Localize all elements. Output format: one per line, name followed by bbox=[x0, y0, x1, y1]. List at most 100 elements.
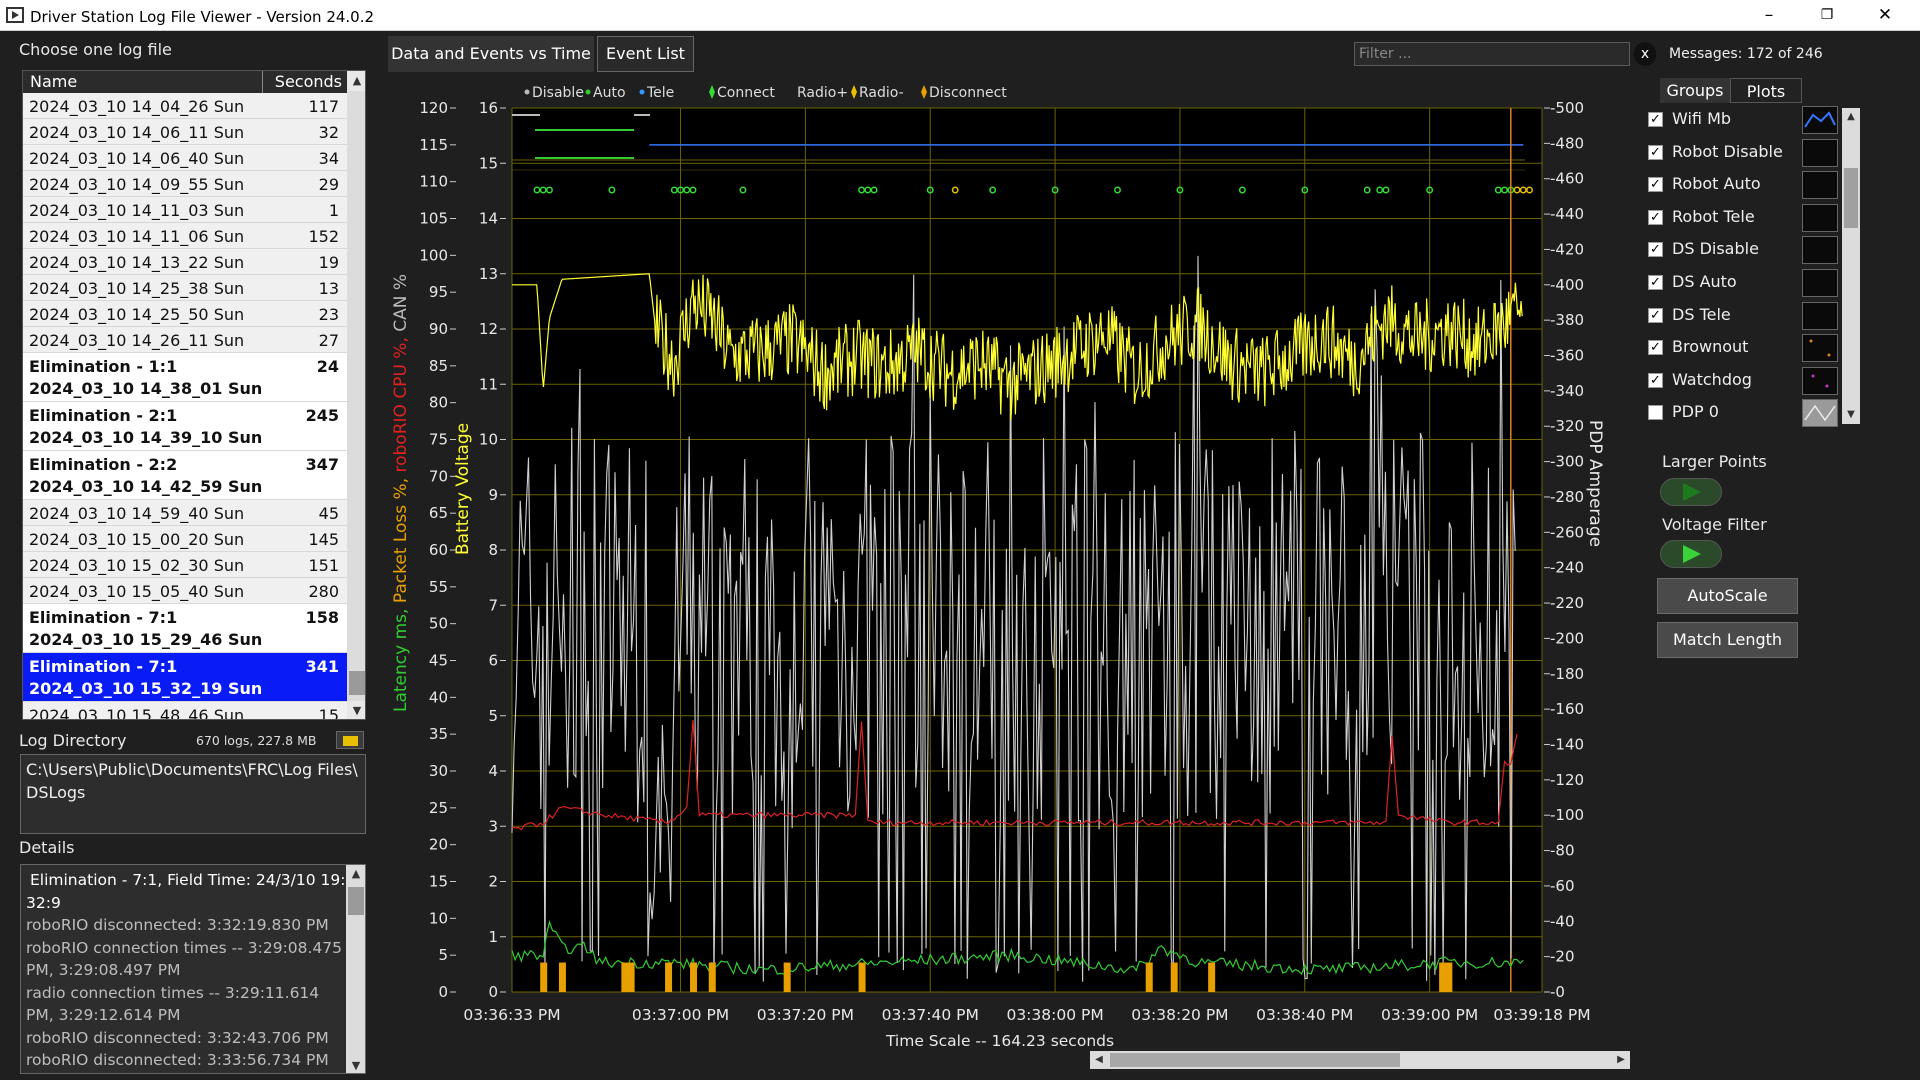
y-percent-tick-label: 65 bbox=[429, 504, 448, 522]
legend-marker bbox=[585, 89, 591, 95]
plot-checkbox[interactable]: ✓ bbox=[1648, 177, 1663, 193]
plot-style-swatch[interactable] bbox=[1802, 334, 1838, 363]
voltage-filter-label: Voltage Filter bbox=[1662, 515, 1767, 534]
packet-loss-bar bbox=[621, 962, 629, 992]
y-percent-tick-label: 40 bbox=[429, 688, 448, 706]
plot-style-swatch[interactable] bbox=[1802, 171, 1838, 200]
match-length-button[interactable]: Match Length bbox=[1657, 622, 1798, 658]
toggle-indicator-icon bbox=[1683, 545, 1701, 563]
y-volt-tick-label: 3 bbox=[488, 817, 498, 835]
y-amp-tick-label: -340 bbox=[1550, 382, 1584, 400]
y-amp-tick-label: -400 bbox=[1550, 276, 1584, 294]
y-amp-tick-label: -480 bbox=[1550, 134, 1584, 152]
packet-loss-bar bbox=[1170, 962, 1178, 992]
y-percent-tick-label: 15 bbox=[429, 873, 448, 891]
tab-plots[interactable]: Plots bbox=[1730, 78, 1802, 103]
plot-style-swatch[interactable] bbox=[1802, 366, 1838, 395]
x-tick-label: 03:38:00 PM bbox=[1006, 1006, 1103, 1024]
y-percent-tick-label: 85 bbox=[429, 357, 448, 375]
y-axis-title-part: Packet Loss %, bbox=[391, 478, 411, 609]
plot-label: Robot Auto bbox=[1672, 174, 1761, 194]
y-amp-tick-label: -320 bbox=[1550, 417, 1584, 435]
plot-checkbox[interactable]: ✓ bbox=[1648, 242, 1663, 258]
packet-loss-bar bbox=[783, 962, 791, 992]
y-amp-tick-label: -440 bbox=[1550, 205, 1584, 223]
plot-checkbox[interactable]: ✓ bbox=[1648, 340, 1663, 356]
legend-label: Connect bbox=[717, 85, 775, 101]
plot-checkbox[interactable]: ✓ bbox=[1648, 372, 1663, 388]
y-percent-tick-label: 115 bbox=[419, 136, 448, 154]
y-amp-tick-label: -140 bbox=[1550, 735, 1584, 753]
legend-marker bbox=[709, 85, 715, 99]
y-volt-tick-label: 0 bbox=[488, 983, 498, 1001]
plot-style-swatch[interactable] bbox=[1802, 203, 1838, 232]
autoscale-button[interactable]: AutoScale bbox=[1657, 578, 1798, 614]
plot-checkbox[interactable]: ✓ bbox=[1648, 275, 1663, 290]
plot-style-swatch[interactable] bbox=[1802, 106, 1838, 134]
plot-style-swatch[interactable] bbox=[1802, 399, 1838, 428]
plot-checkbox[interactable]: ✓ bbox=[1648, 144, 1663, 160]
y-axis-title-part: Latency ms, bbox=[391, 609, 411, 712]
packet-loss-bar bbox=[558, 962, 566, 992]
plots-scroll-thumb[interactable] bbox=[1844, 168, 1858, 228]
y-amp-tick-label: -380 bbox=[1550, 311, 1584, 329]
y-amp-tick-label: -420 bbox=[1550, 240, 1584, 258]
packet-loss-bar bbox=[1445, 962, 1453, 992]
scroll-down-icon[interactable]: ▼ bbox=[1842, 406, 1860, 424]
packet-loss-bar bbox=[1208, 962, 1216, 992]
y-percent-tick-label: 50 bbox=[429, 615, 448, 633]
plot-label: Robot Disable bbox=[1672, 141, 1783, 161]
toggle-indicator-icon bbox=[1683, 483, 1701, 501]
data-events-chart[interactable]: 0123456789101112131415160510152025303540… bbox=[0, 0, 1920, 1080]
y-amp-tick-label: -80 bbox=[1550, 842, 1575, 860]
plots-scrollbar[interactable]: ▲ ▼ bbox=[1842, 108, 1860, 424]
legend-label: Disable bbox=[532, 85, 584, 101]
plot-style-swatch[interactable] bbox=[1802, 236, 1838, 265]
y-axis-title-part: CAN % bbox=[391, 274, 411, 337]
time-scrollbar[interactable]: ◀ ▶ bbox=[1090, 1051, 1630, 1069]
plot-checkbox[interactable] bbox=[1648, 405, 1663, 421]
y-volt-tick-label: 12 bbox=[479, 320, 498, 338]
larger-points-toggle[interactable] bbox=[1660, 478, 1722, 506]
y-percent-tick-label: 75 bbox=[429, 431, 448, 449]
y-volt-tick-label: 8 bbox=[488, 541, 498, 559]
pdp-wave-icon bbox=[1804, 405, 1836, 422]
y-percent-tick-label: 60 bbox=[429, 541, 448, 559]
legend-label: Auto bbox=[593, 85, 626, 101]
y-amp-tick-label: -260 bbox=[1550, 523, 1584, 541]
y-volt-tick-label: 13 bbox=[479, 265, 498, 283]
y-percent-tick-label: 45 bbox=[429, 652, 448, 670]
plot-style-swatch[interactable] bbox=[1802, 301, 1838, 330]
y-amp-tick-label: -460 bbox=[1550, 170, 1584, 188]
y-percent-tick-label: 35 bbox=[429, 725, 448, 743]
plot-style-swatch[interactable] bbox=[1802, 138, 1838, 167]
packet-loss-bar bbox=[690, 962, 698, 992]
plot-checkbox[interactable]: ✓ bbox=[1648, 112, 1663, 127]
y-percent-tick-label: 30 bbox=[429, 762, 448, 780]
plot-label: DS Auto bbox=[1672, 272, 1737, 291]
scroll-left-icon[interactable]: ◀ bbox=[1090, 1051, 1108, 1069]
y-amp-tick-label: -360 bbox=[1550, 347, 1584, 365]
plot-checkbox[interactable]: ✓ bbox=[1648, 307, 1663, 323]
y-percent-tick-label: 120 bbox=[419, 99, 448, 117]
time-scroll-thumb[interactable] bbox=[1110, 1053, 1400, 1067]
y-axis-title-part: roboRIO CPU %, bbox=[391, 337, 411, 478]
voltage-filter-toggle[interactable] bbox=[1660, 540, 1722, 568]
plot-style-swatch[interactable] bbox=[1802, 269, 1838, 297]
larger-points-label: Larger Points bbox=[1662, 452, 1767, 471]
legend-label: Disconnect bbox=[929, 85, 1007, 101]
x-tick-label: 03:37:20 PM bbox=[757, 1006, 854, 1024]
brownout-marker-icon bbox=[1809, 339, 1831, 357]
y-amp-tick-label: -240 bbox=[1550, 559, 1584, 577]
plot-label: Watchdog bbox=[1672, 369, 1752, 389]
plot-checkbox[interactable]: ✓ bbox=[1648, 209, 1663, 225]
plot-label: DS Disable bbox=[1672, 239, 1759, 259]
y-volt-tick-label: 14 bbox=[479, 210, 498, 228]
scroll-up-icon[interactable]: ▲ bbox=[1842, 108, 1860, 126]
x-tick-label: 03:37:00 PM bbox=[632, 1006, 729, 1024]
y-amp-tick-label: -60 bbox=[1550, 877, 1575, 895]
scroll-right-icon[interactable]: ▶ bbox=[1612, 1051, 1630, 1069]
y-amp-tick-label: -200 bbox=[1550, 629, 1584, 647]
tab-groups[interactable]: Groups bbox=[1660, 78, 1730, 103]
x-axis-title: Time Scale -- 164.23 seconds bbox=[885, 1032, 1114, 1050]
